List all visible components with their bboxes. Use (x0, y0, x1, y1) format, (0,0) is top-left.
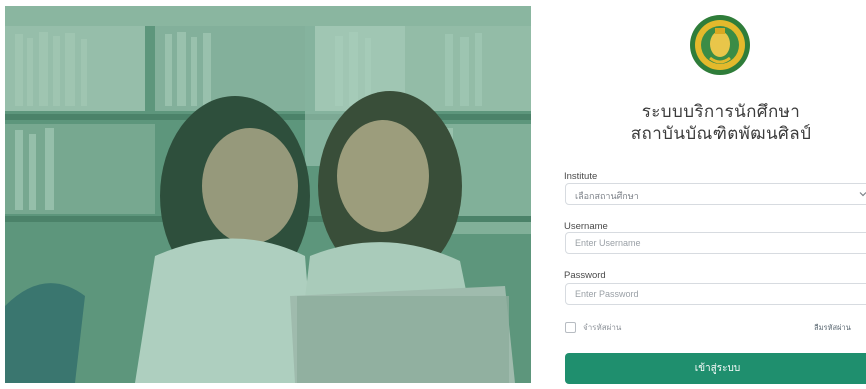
password-field-wrap (565, 283, 866, 305)
login-page: ระบบบริการนักศึกษา สถาบันบัณฑิตพัฒนศิลป์… (0, 0, 866, 389)
remember-row: จำรหัสผ่าน (565, 321, 621, 333)
hero-image (5, 6, 531, 383)
chevron-down-icon (859, 192, 866, 197)
login-button[interactable]: เข้าสู่ระบบ (565, 353, 866, 384)
password-label: Password (564, 270, 606, 281)
institute-selected-value: เลือกสถานศึกษา (575, 191, 639, 201)
username-label: Username (564, 221, 608, 232)
username-input[interactable] (566, 233, 866, 253)
title-line-institute: สถาบันบัณฑิตพัฒนศิลป์ (630, 124, 812, 143)
username-field-wrap (565, 232, 866, 254)
forgot-password-link[interactable]: ลืมรหัสผ่าน (814, 322, 851, 334)
login-panel: ระบบบริการนักศึกษา สถาบันบัณฑิตพัฒนศิลป์… (531, 0, 866, 389)
institute-label: Institute (564, 171, 598, 182)
password-input[interactable] (566, 284, 866, 304)
title-line-system: ระบบบริการนักศึกษา (641, 102, 801, 121)
remember-label[interactable]: จำรหัสผ่าน (583, 321, 621, 334)
institute-select[interactable]: เลือกสถานศึกษา (565, 183, 866, 205)
page-title: ระบบบริการนักศึกษา สถาบันบัณฑิตพัฒนศิลป์ (571, 101, 866, 145)
remember-checkbox[interactable] (565, 321, 576, 333)
ministry-seal-icon (690, 15, 750, 75)
students-photo (5, 6, 531, 383)
